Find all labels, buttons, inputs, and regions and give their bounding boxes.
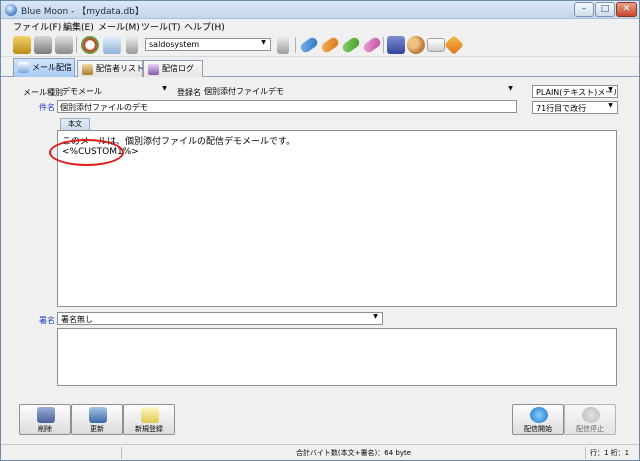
highlight-annotation [49, 139, 124, 166]
menu-file[interactable]: ファイル(F) [13, 20, 61, 33]
menu-bar: ファイル(F) 編集(E) メール(M) ツール(T) ヘルプ(H) [1, 19, 639, 33]
update-icon [89, 407, 107, 423]
tool-icon[interactable] [444, 35, 464, 55]
pill-blue-icon[interactable] [298, 35, 320, 55]
register-name-select[interactable]: 個別添付ファイルデモ ▼ [201, 85, 517, 97]
search-icon[interactable] [103, 36, 121, 54]
signature-value: 署名無し [61, 315, 93, 324]
body-textarea[interactable]: このメールは、個別添付ファイルの配信デモメールです。 <%CUSTOM1%> [57, 130, 617, 307]
main-tabs: メール配信 配信者リスト 配信ログ [1, 57, 639, 77]
chevron-down-icon: ▼ [373, 313, 378, 320]
update-button-label: 更新 [90, 425, 104, 433]
delete-button-label: 削除 [38, 425, 52, 433]
toolbar-separator [76, 37, 77, 53]
stop-delivery-button-label: 配信停止 [576, 425, 604, 433]
mail-type-value: デモメール [62, 87, 102, 96]
users-icon[interactable] [407, 36, 425, 54]
signature-textarea[interactable] [57, 328, 617, 386]
mail-icon[interactable] [427, 38, 445, 52]
tab-mail-delivery-label: メール配信 [32, 63, 72, 72]
mail-send-icon [18, 62, 29, 73]
title-bar: Blue Moon - 【mydata.db】 – □ ✕ [1, 1, 639, 19]
book-icon[interactable] [387, 36, 405, 54]
db-open-icon[interactable] [34, 36, 52, 54]
db-add-icon[interactable] [13, 36, 31, 54]
delete-button[interactable]: 削除 [19, 404, 71, 435]
minimize-button[interactable]: – [574, 2, 594, 17]
chevron-down-icon: ▼ [162, 85, 167, 92]
chevron-down-icon: ▼ [261, 39, 266, 46]
mail-type-select[interactable]: デモメール ▼ [59, 85, 171, 97]
new-register-button[interactable]: 新規登録 [123, 404, 175, 435]
mail-type-label: メール種別 [23, 88, 63, 97]
tab-recipient-list-label: 配信者リスト [96, 64, 144, 73]
tab-delivery-log[interactable]: 配信ログ [143, 60, 203, 77]
app-window: Blue Moon - 【mydata.db】 – □ ✕ ファイル(F) 編集… [0, 0, 640, 461]
chevron-down-icon: ▼ [608, 102, 613, 109]
tab-recipient-list[interactable]: 配信者リスト [77, 60, 144, 77]
database-select[interactable]: saldosystem ▼ [145, 38, 271, 51]
toolbar-separator [383, 37, 384, 53]
cursor-position-status: 行：1 桁：1 [585, 447, 637, 459]
delivery-log-icon [148, 64, 159, 75]
stop-icon [582, 407, 600, 423]
subject-label: 件名 [39, 103, 55, 112]
pill-pink-icon[interactable] [361, 35, 383, 55]
chevron-down-icon: ▼ [508, 85, 513, 92]
start-delivery-button-label: 配信開始 [524, 425, 552, 433]
line-wrap-select[interactable]: 71行目で改行 ▼ [532, 101, 618, 114]
new-document-icon [141, 407, 159, 423]
database-select-value: saldosystem [149, 40, 200, 49]
line-wrap-value: 71行目で改行 [536, 104, 587, 113]
refresh-icon[interactable] [81, 36, 99, 54]
toolbar-separator [295, 37, 296, 53]
menu-tools[interactable]: ツール(T) [141, 20, 181, 33]
app-logo-icon [5, 4, 17, 16]
menu-edit[interactable]: 編集(E) [63, 20, 94, 33]
menu-help[interactable]: ヘルプ(H) [184, 20, 225, 33]
subject-input[interactable]: 個別添付ファイルのデモ [57, 100, 517, 113]
menu-mail[interactable]: メール(M) [98, 20, 140, 33]
pill-orange-icon[interactable] [319, 35, 341, 55]
toolbar: saldosystem ▼ [1, 33, 639, 57]
register-name-value: 個別添付ファイルデモ [204, 87, 284, 96]
signature-label: 署名 [39, 316, 55, 325]
start-delivery-button[interactable]: 配信開始 [512, 404, 564, 435]
signature-select[interactable]: 署名無し ▼ [57, 312, 383, 325]
connect-icon[interactable] [277, 36, 289, 54]
subject-value: 個別添付ファイルのデモ [60, 103, 148, 112]
status-bar: 合計バイト数(本文+署名)：64 byte 行：1 桁：1 [1, 444, 639, 460]
mail-format-select[interactable]: PLAIN(テキスト)メール ▼ [532, 85, 618, 98]
new-register-button-label: 新規登録 [135, 425, 163, 433]
maximize-button[interactable]: □ [595, 2, 615, 17]
update-button[interactable]: 更新 [71, 404, 123, 435]
action-bar: 削除 更新 新規登録 配信開始 配信停止 [1, 400, 639, 444]
pill-green-icon[interactable] [340, 35, 362, 55]
tab-delivery-log-label: 配信ログ [162, 64, 194, 73]
play-icon [530, 407, 548, 423]
db-icon[interactable] [55, 36, 73, 54]
trash-icon [37, 407, 55, 423]
chevron-down-icon: ▼ [608, 86, 613, 93]
register-name-label: 登録名 [177, 88, 201, 97]
tab-mail-delivery[interactable]: メール配信 [13, 58, 75, 77]
stop-delivery-button[interactable]: 配信停止 [564, 404, 616, 435]
byte-count-status: 合計バイト数(本文+署名)：64 byte [121, 447, 585, 459]
close-button[interactable]: ✕ [616, 2, 637, 17]
window-title: Blue Moon - 【mydata.db】 [21, 7, 144, 17]
clip-icon[interactable] [126, 36, 138, 54]
body-tab[interactable]: 本文 [60, 118, 90, 130]
recipient-list-icon [82, 64, 93, 75]
